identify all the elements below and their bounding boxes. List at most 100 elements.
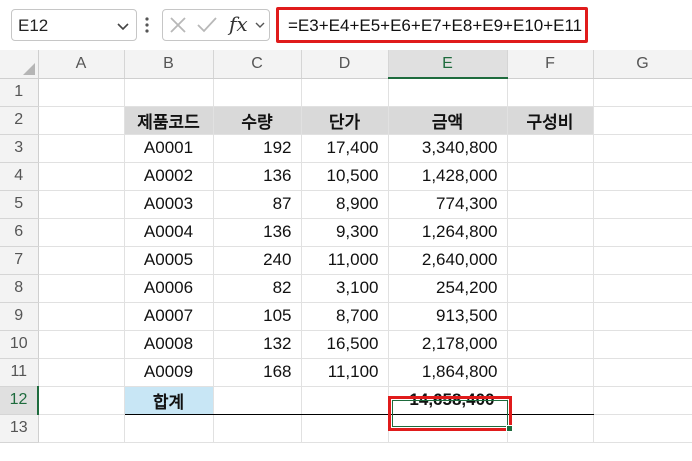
ratio-cell[interactable]: [507, 246, 594, 275]
unit-price-cell[interactable]: 9,300: [301, 218, 389, 247]
cell-a6[interactable]: [38, 218, 125, 247]
column-header-c[interactable]: C: [213, 50, 302, 79]
quantity-cell[interactable]: 105: [213, 302, 302, 331]
column-header-e[interactable]: E: [388, 50, 508, 79]
name-box[interactable]: E12: [11, 9, 137, 41]
amount-cell[interactable]: 254,200: [388, 274, 508, 303]
row-header-8[interactable]: 8: [0, 274, 39, 303]
cell-a8[interactable]: [38, 274, 125, 303]
cell-g5[interactable]: [593, 190, 692, 219]
cell-a2[interactable]: [38, 106, 125, 135]
header-ratio[interactable]: 구성비: [507, 106, 594, 135]
row-header-12[interactable]: 12: [0, 386, 39, 415]
ratio-cell[interactable]: [507, 190, 594, 219]
quantity-cell[interactable]: 240: [213, 246, 302, 275]
cell-a11[interactable]: [38, 358, 125, 387]
cell-g13[interactable]: [593, 414, 692, 443]
ratio-cell[interactable]: [507, 358, 594, 387]
cell-c13[interactable]: [213, 414, 302, 443]
unit-price-cell[interactable]: 11,100: [301, 358, 389, 387]
header-amount[interactable]: 금액: [388, 106, 508, 135]
cell-e1[interactable]: [388, 78, 508, 107]
quantity-cell[interactable]: 82: [213, 274, 302, 303]
row-header-4[interactable]: 4: [0, 162, 39, 191]
chevron-down-icon[interactable]: [254, 19, 266, 31]
quantity-cell[interactable]: 87: [213, 190, 302, 219]
column-header-d[interactable]: D: [301, 50, 389, 79]
ratio-cell[interactable]: [507, 162, 594, 191]
amount-cell[interactable]: 913,500: [388, 302, 508, 331]
amount-cell[interactable]: 1,264,800: [388, 218, 508, 247]
amount-cell[interactable]: 2,178,000: [388, 330, 508, 359]
amount-cell[interactable]: 2,640,000: [388, 246, 508, 275]
cell-g10[interactable]: [593, 330, 692, 359]
row-header-11[interactable]: 11: [0, 358, 39, 387]
quantity-cell[interactable]: 192: [213, 134, 302, 163]
insert-function-button[interactable]: fx: [229, 12, 248, 36]
cell-g8[interactable]: [593, 274, 692, 303]
row-header-1[interactable]: 1: [0, 78, 39, 107]
quantity-cell[interactable]: 136: [213, 218, 302, 247]
cell-a13[interactable]: [38, 414, 125, 443]
unit-price-cell[interactable]: 16,500: [301, 330, 389, 359]
row-header-5[interactable]: 5: [0, 190, 39, 219]
column-header-a[interactable]: A: [38, 50, 125, 79]
more-options-icon[interactable]: [143, 13, 151, 37]
header-product-code[interactable]: 제품코드: [124, 106, 214, 135]
unit-price-cell[interactable]: 3,100: [301, 274, 389, 303]
row-header-2[interactable]: 2: [0, 106, 39, 135]
cell-c1[interactable]: [213, 78, 302, 107]
enter-check-icon[interactable]: [197, 16, 217, 34]
unit-price-cell[interactable]: 11,000: [301, 246, 389, 275]
row-header-13[interactable]: 13: [0, 414, 39, 443]
cell-g4[interactable]: [593, 162, 692, 191]
cell-b13[interactable]: [124, 414, 214, 443]
product-code-cell[interactable]: A0003: [124, 190, 214, 219]
cell-g12[interactable]: [593, 386, 692, 415]
unit-price-cell[interactable]: 8,900: [301, 190, 389, 219]
amount-cell[interactable]: 1,428,000: [388, 162, 508, 191]
row-header-9[interactable]: 9: [0, 302, 39, 331]
cell-g2[interactable]: [593, 106, 692, 135]
amount-cell[interactable]: 1,864,800: [388, 358, 508, 387]
cell-f12[interactable]: [507, 385, 594, 415]
cell-f13[interactable]: [507, 414, 594, 443]
formula-input[interactable]: =E3+E4+E5+E6+E7+E8+E9+E10+E11: [276, 7, 588, 43]
ratio-cell[interactable]: [507, 274, 594, 303]
header-unit-price[interactable]: 단가: [301, 106, 389, 135]
row-header-3[interactable]: 3: [0, 134, 39, 163]
cell-a3[interactable]: [38, 134, 125, 163]
row-header-7[interactable]: 7: [0, 246, 39, 275]
chevron-down-icon[interactable]: [115, 18, 131, 34]
cell-g3[interactable]: [593, 134, 692, 163]
cell-e13[interactable]: [388, 414, 508, 443]
cell-b1[interactable]: [124, 78, 214, 107]
cell-d13[interactable]: [301, 414, 389, 443]
quantity-cell[interactable]: 132: [213, 330, 302, 359]
ratio-cell[interactable]: [507, 134, 594, 163]
cell-a9[interactable]: [38, 302, 125, 331]
product-code-cell[interactable]: A0008: [124, 330, 214, 359]
unit-price-cell[interactable]: 17,400: [301, 134, 389, 163]
cell-a5[interactable]: [38, 190, 125, 219]
cell-a10[interactable]: [38, 330, 125, 359]
product-code-cell[interactable]: A0001: [124, 134, 214, 163]
row-header-6[interactable]: 6: [0, 218, 39, 247]
cell-g9[interactable]: [593, 302, 692, 331]
column-header-g[interactable]: G: [593, 50, 692, 79]
product-code-cell[interactable]: A0007: [124, 302, 214, 331]
product-code-cell[interactable]: A0006: [124, 274, 214, 303]
cell-a4[interactable]: [38, 162, 125, 191]
cell-g11[interactable]: [593, 358, 692, 387]
column-header-f[interactable]: F: [507, 50, 594, 79]
ratio-cell[interactable]: [507, 330, 594, 359]
ratio-cell[interactable]: [507, 302, 594, 331]
unit-price-cell[interactable]: 8,700: [301, 302, 389, 331]
amount-cell[interactable]: 3,340,800: [388, 134, 508, 163]
quantity-cell[interactable]: 136: [213, 162, 302, 191]
product-code-cell[interactable]: A0009: [124, 358, 214, 387]
unit-price-cell[interactable]: 10,500: [301, 162, 389, 191]
product-code-cell[interactable]: A0004: [124, 218, 214, 247]
cell-d12[interactable]: [301, 385, 389, 415]
ratio-cell[interactable]: [507, 218, 594, 247]
